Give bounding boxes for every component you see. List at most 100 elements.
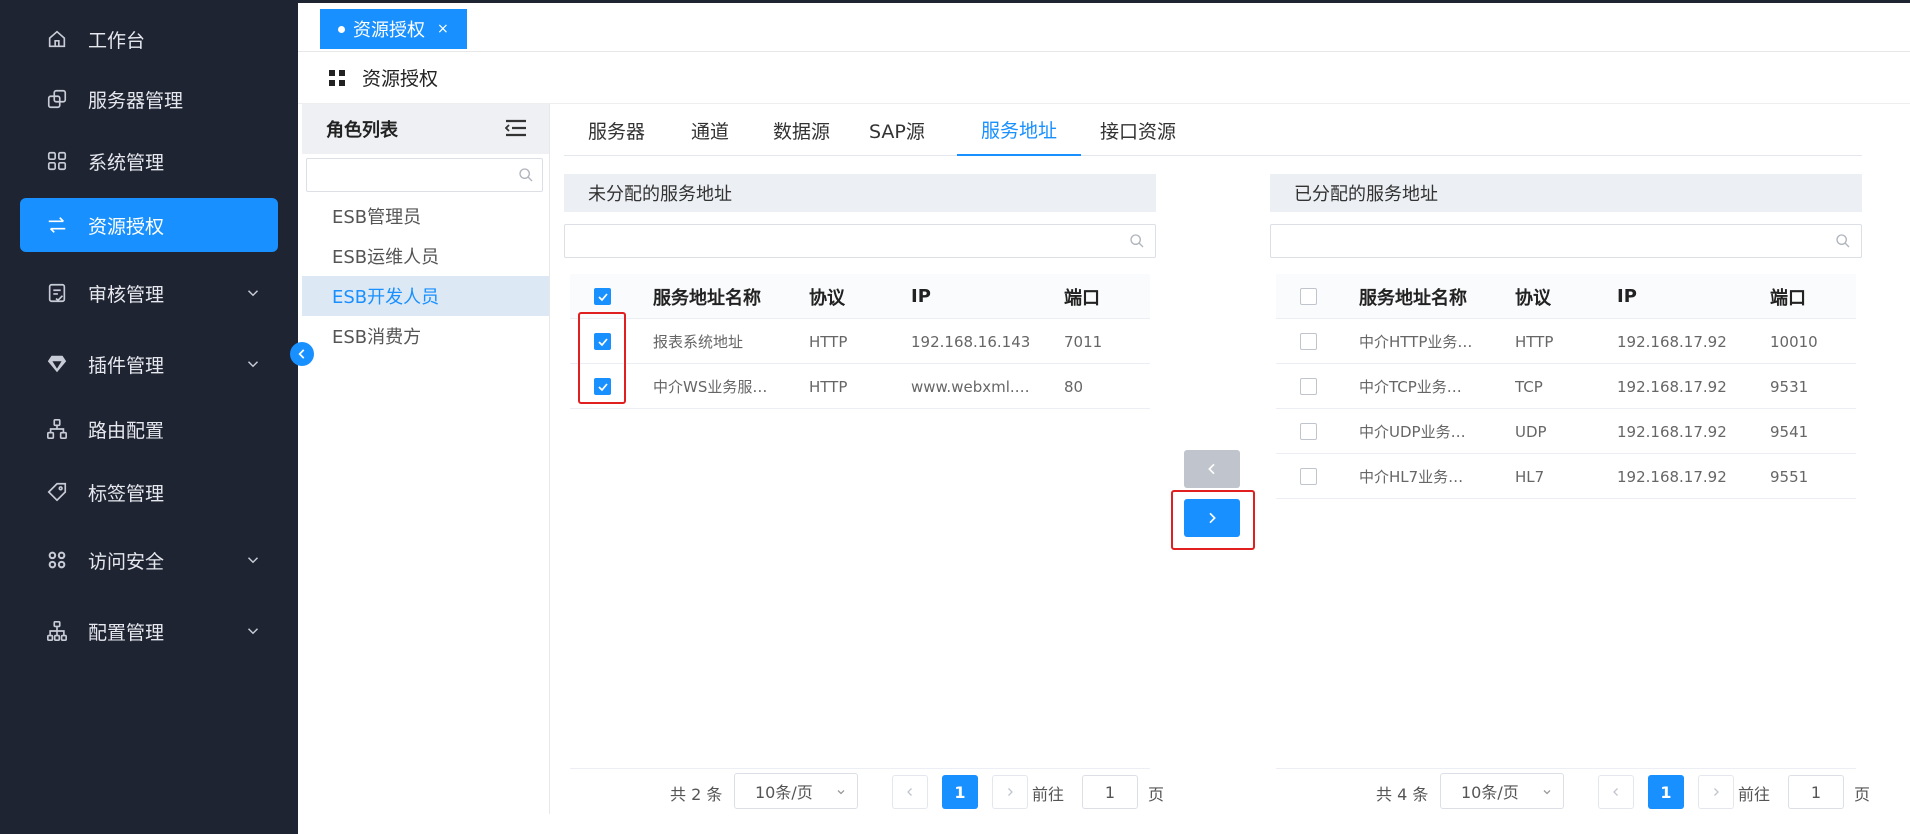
resource-tabs: 服务器 通道 数据源 SAP源 服务地址 接口资源 (564, 104, 1862, 156)
row-checkbox[interactable] (1300, 468, 1317, 485)
chevron-down-icon (837, 790, 845, 795)
assigned-search-field[interactable] (1271, 225, 1861, 257)
copy-icon (44, 86, 70, 112)
column-header-ip: IP (911, 286, 931, 307)
table-row[interactable]: 中介HTTP业务… HTTP 192.168.17.92 10010 (1276, 319, 1856, 364)
cell-name: 中介UDP业务… (1359, 423, 1466, 441)
column-header-ip: IP (1617, 286, 1637, 307)
page-size-select[interactable]: 10条/页 (734, 773, 858, 809)
cell-ip: 192.168.17.92 (1617, 467, 1727, 486)
column-header-port: 端口 (1770, 287, 1806, 309)
sidebar: 工作台 服务器管理 系统管理 资源授权 审核管理 插件管理 路由配置 标签管理 … (0, 0, 298, 834)
row-checkbox[interactable] (1300, 333, 1317, 350)
role-item-esb-consumer[interactable]: ESB消费方 (302, 316, 549, 356)
role-item-esb-dev[interactable]: ESB开发人员 (302, 276, 549, 316)
table-row[interactable]: 中介HL7业务… HL7 192.168.17.92 9551 (1276, 454, 1856, 499)
page-size-label: 10条/页 (755, 783, 813, 802)
chevron-down-icon (1543, 790, 1551, 795)
tab-sap-source[interactable]: SAP源 (845, 104, 949, 156)
row-checkbox[interactable] (1300, 423, 1317, 440)
table-row[interactable]: 报表系统地址 HTTP 192.168.16.143 7011 (570, 319, 1150, 364)
diamond-icon (44, 351, 70, 377)
grid-icon (44, 148, 70, 174)
assigned-box: 已分配的服务地址 服务地址名称 协议 IP 端口 中介HTTP业务… HTTP … (1270, 174, 1870, 814)
role-panel: 角色列表 ESB管理员 ESB运维人员 ESB开发人员 ESB消费方 (302, 104, 550, 814)
sidebar-item-server-management[interactable]: 服务器管理 (20, 72, 278, 126)
unassigned-search-input[interactable] (564, 224, 1156, 258)
page-number-button[interactable]: 1 (1648, 775, 1684, 809)
tab-service-address[interactable]: 服务地址 (957, 104, 1082, 156)
role-list-title: 角色列表 (326, 120, 398, 141)
sidebar-item-resource-authorization[interactable]: 资源授权 (20, 198, 278, 252)
tab-server[interactable]: 服务器 (564, 104, 669, 156)
tab-datasource[interactable]: 数据源 (749, 104, 854, 156)
unassigned-pagination: 共 2 条 10条/页 1 前往 1 页 (570, 768, 1164, 814)
cell-protocol: TCP (1515, 377, 1543, 396)
role-search-input[interactable] (306, 158, 543, 192)
chevron-down-icon (247, 557, 259, 564)
hierarchy-icon (44, 416, 70, 442)
tab-interface-resource[interactable]: 接口资源 (1076, 104, 1200, 156)
check-icon (597, 292, 608, 301)
tab-channel[interactable]: 通道 (667, 104, 753, 156)
goto-page-input[interactable]: 1 (1788, 775, 1844, 809)
page-number-button[interactable]: 1 (942, 775, 978, 809)
assigned-pagination: 共 4 条 10条/页 1 前往 1 页 (1276, 768, 1870, 814)
sidebar-item-tag-management[interactable]: 标签管理 (20, 465, 278, 519)
tag-icon (44, 479, 70, 505)
select-all-checkbox[interactable] (1300, 288, 1317, 305)
sidebar-item-audit-management[interactable]: 审核管理 (20, 266, 278, 320)
table-row[interactable]: 中介UDP业务… UDP 192.168.17.92 9541 (1276, 409, 1856, 454)
tab-label: 资源授权 (353, 20, 425, 41)
sidebar-item-system-management[interactable]: 系统管理 (20, 134, 278, 188)
next-page-button[interactable] (992, 775, 1028, 809)
total-count: 共 4 条 (1376, 785, 1429, 804)
unassigned-search-field[interactable] (565, 225, 1155, 257)
prev-page-button[interactable] (1598, 775, 1634, 809)
close-icon[interactable]: × (437, 21, 449, 37)
transfer-left-button[interactable] (1184, 450, 1240, 488)
chevron-right-icon (1714, 788, 1719, 796)
menu-icon[interactable] (505, 118, 527, 138)
prev-page-button[interactable] (892, 775, 928, 809)
role-list: ESB管理员 ESB运维人员 ESB开发人员 ESB消费方 (302, 196, 549, 356)
row-checkbox[interactable] (1300, 378, 1317, 395)
cell-ip: 192.168.17.92 (1617, 422, 1727, 441)
sidebar-item-label: 服务器管理 (88, 89, 184, 112)
column-header-name: 服务地址名称 (653, 287, 761, 309)
sidebar-item-access-security[interactable]: 访问安全 (20, 533, 278, 587)
sidebar-item-label: 资源授权 (88, 215, 165, 238)
role-item-esb-admin[interactable]: ESB管理员 (302, 196, 549, 236)
cell-port: 7011 (1064, 332, 1103, 351)
select-all-checkbox[interactable] (594, 288, 611, 305)
cell-port: 10010 (1770, 332, 1818, 351)
sidebar-collapse-button[interactable] (290, 342, 314, 366)
page-header: 资源授权 (298, 52, 1910, 104)
sidebar-item-route-config[interactable]: 路由配置 (20, 402, 278, 456)
assigned-search-input[interactable] (1270, 224, 1862, 258)
tab-resource-authorization[interactable]: 资源授权 × (320, 9, 467, 49)
sidebar-item-plugin-management[interactable]: 插件管理 (20, 337, 278, 391)
sidebar-item-workbench[interactable]: 工作台 (20, 12, 278, 66)
sidebar-item-label: 路由配置 (88, 419, 165, 442)
table-header-row: 服务地址名称 协议 IP 端口 (1276, 274, 1856, 319)
goto-page-input[interactable]: 1 (1082, 775, 1138, 809)
cell-name: 中介TCP业务… (1359, 378, 1462, 396)
table-row[interactable]: 中介WS业务服… HTTP www.webxml.… 80 (570, 364, 1150, 409)
sidebar-item-label: 配置管理 (88, 621, 165, 644)
chevron-left-icon (907, 788, 912, 796)
role-search-field[interactable] (307, 159, 542, 191)
org-chart-icon (44, 618, 70, 644)
page-size-select[interactable]: 10条/页 (1440, 773, 1564, 809)
cell-ip: www.webxml.… (911, 377, 1030, 396)
next-page-button[interactable] (1698, 775, 1734, 809)
table-row[interactable]: 中介TCP业务… TCP 192.168.17.92 9531 (1276, 364, 1856, 409)
cell-protocol: HL7 (1515, 467, 1545, 486)
role-item-esb-ops[interactable]: ESB运维人员 (302, 236, 549, 276)
sidebar-item-config-management[interactable]: 配置管理 (20, 604, 278, 658)
chevron-left-icon (298, 349, 305, 359)
cell-ip: 192.168.17.92 (1617, 377, 1727, 396)
role-list-header: 角色列表 (302, 104, 549, 154)
column-header-protocol: 协议 (1515, 287, 1551, 309)
chevron-down-icon (247, 628, 259, 635)
